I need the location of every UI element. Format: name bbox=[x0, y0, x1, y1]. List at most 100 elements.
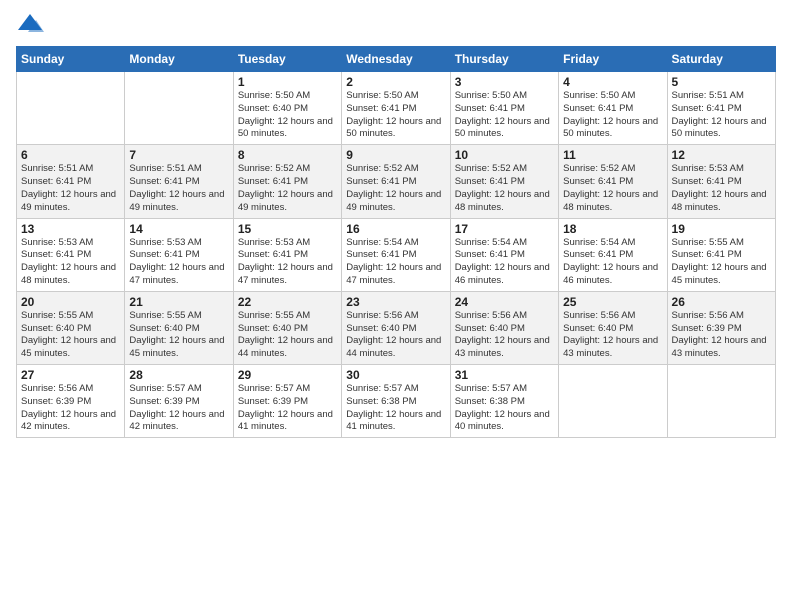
day-info: Sunrise: 5:50 AM Sunset: 6:41 PM Dayligh… bbox=[346, 90, 445, 141]
logo-icon bbox=[16, 10, 44, 38]
day-info: Sunrise: 5:55 AM Sunset: 6:41 PM Dayligh… bbox=[672, 237, 771, 288]
calendar-week-row: 1Sunrise: 5:50 AM Sunset: 6:40 PM Daylig… bbox=[17, 72, 776, 145]
day-info: Sunrise: 5:53 AM Sunset: 6:41 PM Dayligh… bbox=[672, 163, 771, 214]
calendar-week-row: 27Sunrise: 5:56 AM Sunset: 6:39 PM Dayli… bbox=[17, 365, 776, 438]
calendar-header-wednesday: Wednesday bbox=[342, 47, 450, 72]
calendar-cell: 6Sunrise: 5:51 AM Sunset: 6:41 PM Daylig… bbox=[17, 145, 125, 218]
day-info: Sunrise: 5:52 AM Sunset: 6:41 PM Dayligh… bbox=[238, 163, 337, 214]
header bbox=[16, 10, 776, 38]
calendar-cell: 25Sunrise: 5:56 AM Sunset: 6:40 PM Dayli… bbox=[559, 291, 667, 364]
calendar-cell: 14Sunrise: 5:53 AM Sunset: 6:41 PM Dayli… bbox=[125, 218, 233, 291]
day-info: Sunrise: 5:55 AM Sunset: 6:40 PM Dayligh… bbox=[238, 310, 337, 361]
day-number: 28 bbox=[129, 368, 228, 382]
calendar-header-sunday: Sunday bbox=[17, 47, 125, 72]
calendar-cell: 22Sunrise: 5:55 AM Sunset: 6:40 PM Dayli… bbox=[233, 291, 341, 364]
day-info: Sunrise: 5:53 AM Sunset: 6:41 PM Dayligh… bbox=[238, 237, 337, 288]
day-number: 6 bbox=[21, 148, 120, 162]
calendar-week-row: 13 Sunrise: 5:53 AM Sunset: 6:41 PM Dayli… bbox=[17, 218, 776, 291]
day-number: 31 bbox=[455, 368, 554, 382]
calendar-cell: 26Sunrise: 5:56 AM Sunset: 6:39 PM Dayli… bbox=[667, 291, 775, 364]
calendar-cell: 5Sunrise: 5:51 AM Sunset: 6:41 PM Daylig… bbox=[667, 72, 775, 145]
calendar-cell: 31Sunrise: 5:57 AM Sunset: 6:38 PM Dayli… bbox=[450, 365, 558, 438]
calendar-cell bbox=[559, 365, 667, 438]
calendar-cell: 28Sunrise: 5:57 AM Sunset: 6:39 PM Dayli… bbox=[125, 365, 233, 438]
day-number: 26 bbox=[672, 295, 771, 309]
calendar-cell bbox=[125, 72, 233, 145]
calendar-cell: 11Sunrise: 5:52 AM Sunset: 6:41 PM Dayli… bbox=[559, 145, 667, 218]
day-number: 30 bbox=[346, 368, 445, 382]
calendar-cell: 23Sunrise: 5:56 AM Sunset: 6:40 PM Dayli… bbox=[342, 291, 450, 364]
calendar-cell: 29Sunrise: 5:57 AM Sunset: 6:39 PM Dayli… bbox=[233, 365, 341, 438]
calendar-cell: 20Sunrise: 5:55 AM Sunset: 6:40 PM Dayli… bbox=[17, 291, 125, 364]
day-info: Sunrise: 5:54 AM Sunset: 6:41 PM Dayligh… bbox=[346, 237, 445, 288]
calendar-cell: 8Sunrise: 5:52 AM Sunset: 6:41 PM Daylig… bbox=[233, 145, 341, 218]
calendar-cell: 19Sunrise: 5:55 AM Sunset: 6:41 PM Dayli… bbox=[667, 218, 775, 291]
calendar-week-row: 6Sunrise: 5:51 AM Sunset: 6:41 PM Daylig… bbox=[17, 145, 776, 218]
calendar-header-monday: Monday bbox=[125, 47, 233, 72]
day-number: 16 bbox=[346, 222, 445, 236]
day-number: 29 bbox=[238, 368, 337, 382]
day-number: 7 bbox=[129, 148, 228, 162]
day-number: 19 bbox=[672, 222, 771, 236]
calendar-cell: 2Sunrise: 5:50 AM Sunset: 6:41 PM Daylig… bbox=[342, 72, 450, 145]
day-info: Sunrise: 5:57 AM Sunset: 6:39 PM Dayligh… bbox=[129, 383, 228, 434]
calendar-cell: 10Sunrise: 5:52 AM Sunset: 6:41 PM Dayli… bbox=[450, 145, 558, 218]
day-info: Sunrise: 5:56 AM Sunset: 6:40 PM Dayligh… bbox=[563, 310, 662, 361]
day-info: Sunrise: 5:56 AM Sunset: 6:39 PM Dayligh… bbox=[21, 383, 120, 434]
calendar-cell: 17Sunrise: 5:54 AM Sunset: 6:41 PM Dayli… bbox=[450, 218, 558, 291]
calendar-cell: 3Sunrise: 5:50 AM Sunset: 6:41 PM Daylig… bbox=[450, 72, 558, 145]
day-number: 4 bbox=[563, 75, 662, 89]
day-info: Sunrise: 5:55 AM Sunset: 6:40 PM Dayligh… bbox=[21, 310, 120, 361]
day-number: 27 bbox=[21, 368, 120, 382]
day-info: Sunrise: 5:51 AM Sunset: 6:41 PM Dayligh… bbox=[21, 163, 120, 214]
calendar-cell: 1Sunrise: 5:50 AM Sunset: 6:40 PM Daylig… bbox=[233, 72, 341, 145]
day-info: Sunrise: 5:51 AM Sunset: 6:41 PM Dayligh… bbox=[129, 163, 228, 214]
day-info: Sunrise: 5:50 AM Sunset: 6:41 PM Dayligh… bbox=[563, 90, 662, 141]
calendar-cell: 30Sunrise: 5:57 AM Sunset: 6:38 PM Dayli… bbox=[342, 365, 450, 438]
day-number: 10 bbox=[455, 148, 554, 162]
day-info: Sunrise: 5:56 AM Sunset: 6:39 PM Dayligh… bbox=[672, 310, 771, 361]
day-number: 24 bbox=[455, 295, 554, 309]
day-info: Sunrise: 5:51 AM Sunset: 6:41 PM Dayligh… bbox=[672, 90, 771, 141]
calendar-cell: 15Sunrise: 5:53 AM Sunset: 6:41 PM Dayli… bbox=[233, 218, 341, 291]
calendar-table: SundayMondayTuesdayWednesdayThursdayFrid… bbox=[16, 46, 776, 438]
calendar-cell: 7Sunrise: 5:51 AM Sunset: 6:41 PM Daylig… bbox=[125, 145, 233, 218]
day-info: Sunrise: 5:56 AM Sunset: 6:40 PM Dayligh… bbox=[455, 310, 554, 361]
day-info: Sunrise: 5:57 AM Sunset: 6:38 PM Dayligh… bbox=[346, 383, 445, 434]
day-number: 17 bbox=[455, 222, 554, 236]
day-info: Sunrise: 5:54 AM Sunset: 6:41 PM Dayligh… bbox=[563, 237, 662, 288]
calendar-header-thursday: Thursday bbox=[450, 47, 558, 72]
logo bbox=[16, 10, 48, 38]
day-number: 5 bbox=[672, 75, 771, 89]
calendar-cell: 9Sunrise: 5:52 AM Sunset: 6:41 PM Daylig… bbox=[342, 145, 450, 218]
day-number: 18 bbox=[563, 222, 662, 236]
calendar-cell: 16Sunrise: 5:54 AM Sunset: 6:41 PM Dayli… bbox=[342, 218, 450, 291]
calendar-cell: 12Sunrise: 5:53 AM Sunset: 6:41 PM Dayli… bbox=[667, 145, 775, 218]
calendar-header-row: SundayMondayTuesdayWednesdayThursdayFrid… bbox=[17, 47, 776, 72]
calendar-header-friday: Friday bbox=[559, 47, 667, 72]
day-number: 20 bbox=[21, 295, 120, 309]
calendar-cell: 13Sunrise: 5:53 AM Sunset: 6:41 PM Dayli… bbox=[17, 218, 125, 291]
day-info: Sunrise: 5:52 AM Sunset: 6:41 PM Dayligh… bbox=[563, 163, 662, 214]
day-info: Sunrise: 5:56 AM Sunset: 6:40 PM Dayligh… bbox=[346, 310, 445, 361]
day-info: Sunrise: 5:52 AM Sunset: 6:41 PM Dayligh… bbox=[455, 163, 554, 214]
day-info: Sunrise: 5:57 AM Sunset: 6:39 PM Dayligh… bbox=[238, 383, 337, 434]
day-number: 13 bbox=[21, 222, 120, 236]
day-number: 3 bbox=[455, 75, 554, 89]
calendar-cell: 4Sunrise: 5:50 AM Sunset: 6:41 PM Daylig… bbox=[559, 72, 667, 145]
calendar-cell: 21Sunrise: 5:55 AM Sunset: 6:40 PM Dayli… bbox=[125, 291, 233, 364]
day-info: Sunrise: 5:50 AM Sunset: 6:41 PM Dayligh… bbox=[455, 90, 554, 141]
day-info: Sunrise: 5:57 AM Sunset: 6:38 PM Dayligh… bbox=[455, 383, 554, 434]
page: SundayMondayTuesdayWednesdayThursdayFrid… bbox=[0, 0, 792, 612]
calendar-cell bbox=[667, 365, 775, 438]
day-info: Sunrise: 5:52 AM Sunset: 6:41 PM Dayligh… bbox=[346, 163, 445, 214]
calendar-cell: 18Sunrise: 5:54 AM Sunset: 6:41 PM Dayli… bbox=[559, 218, 667, 291]
calendar-cell bbox=[17, 72, 125, 145]
day-number: 25 bbox=[563, 295, 662, 309]
calendar-week-row: 20Sunrise: 5:55 AM Sunset: 6:40 PM Dayli… bbox=[17, 291, 776, 364]
day-number: 2 bbox=[346, 75, 445, 89]
day-number: 15 bbox=[238, 222, 337, 236]
calendar-cell: 27Sunrise: 5:56 AM Sunset: 6:39 PM Dayli… bbox=[17, 365, 125, 438]
calendar-cell: 24Sunrise: 5:56 AM Sunset: 6:40 PM Dayli… bbox=[450, 291, 558, 364]
day-number: 9 bbox=[346, 148, 445, 162]
